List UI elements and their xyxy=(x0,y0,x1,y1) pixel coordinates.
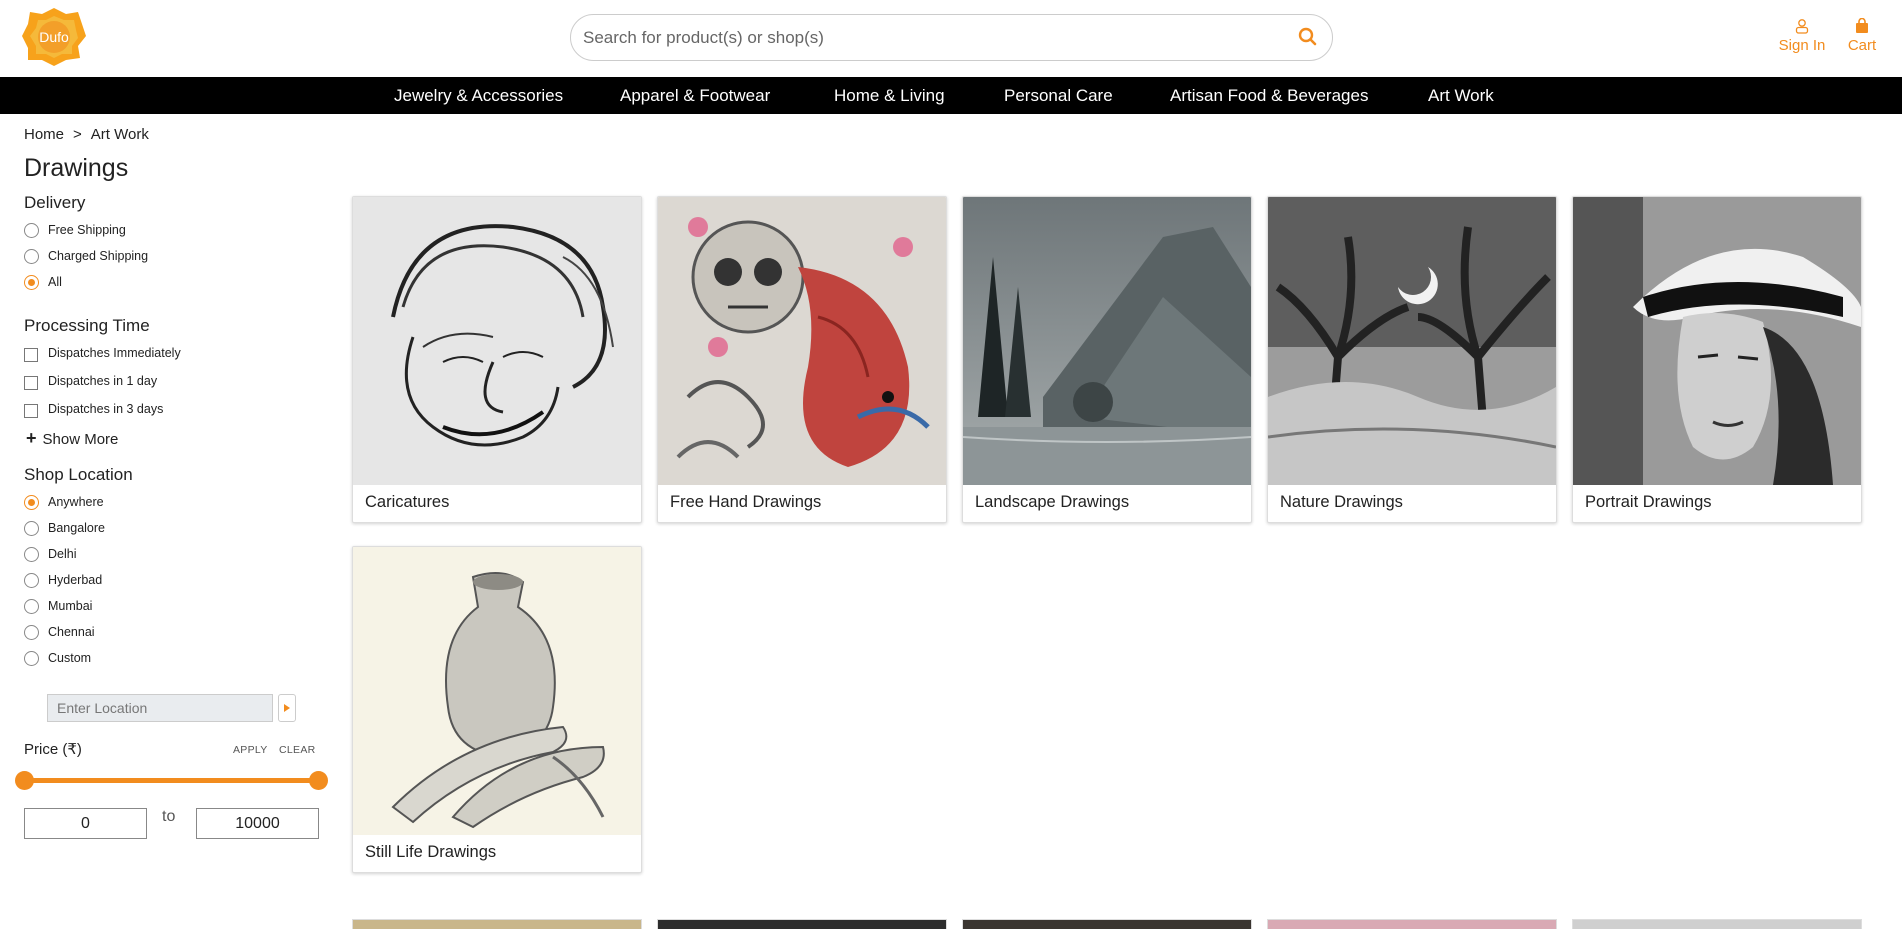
plus-icon: + xyxy=(26,428,37,448)
category-card-title: Portrait Drawings xyxy=(1585,493,1712,511)
nav-item-artisan-food[interactable]: Artisan Food & Beverages xyxy=(1170,77,1368,114)
price-clear-button[interactable]: CLEAR xyxy=(279,744,316,756)
checkbox[interactable] xyxy=(24,376,38,390)
category-card-title: Caricatures xyxy=(365,493,450,511)
category-card-nature[interactable]: Nature Drawings xyxy=(1267,196,1557,523)
dufo-logo[interactable]: Dufo xyxy=(20,6,88,68)
location-input[interactable] xyxy=(47,694,273,722)
category-nav: Jewelry & Accessories Apparel & Footwear… xyxy=(0,77,1902,114)
sign-in-label: Sign In xyxy=(1778,37,1826,54)
koi-skull-drawing-image xyxy=(658,197,946,485)
category-card-title: Nature Drawings xyxy=(1280,493,1403,511)
processing-filter-title: Processing Time xyxy=(24,316,150,335)
breadcrumb-current[interactable]: Art Work xyxy=(91,126,149,143)
product-card-peek xyxy=(962,919,1252,929)
price-max-input[interactable]: 10000 xyxy=(196,808,319,839)
price-slider-min-handle[interactable] xyxy=(15,771,34,790)
radio-button[interactable] xyxy=(24,599,39,614)
logo-text: Dufo xyxy=(39,29,69,45)
price-apply-button[interactable]: APPLY xyxy=(233,744,268,756)
radio-button[interactable] xyxy=(24,651,39,666)
mountain-landscape-image xyxy=(963,197,1251,485)
category-card-title: Landscape Drawings xyxy=(975,493,1130,511)
location-filter-title: Shop Location xyxy=(24,465,133,484)
night-trees-drawing-image xyxy=(1268,197,1556,485)
price-slider-track[interactable] xyxy=(24,778,318,783)
breadcrumb-separator: > xyxy=(73,126,82,143)
category-card-caricatures[interactable]: Caricatures xyxy=(352,196,642,523)
radio-button[interactable] xyxy=(24,223,39,238)
category-card-title: Free Hand Drawings xyxy=(670,493,822,511)
show-more-button[interactable]: + Show More xyxy=(26,428,118,449)
product-card-peek xyxy=(1267,919,1557,929)
radio-button-selected[interactable] xyxy=(24,495,39,510)
radio-button-selected[interactable] xyxy=(24,275,39,290)
woman-hat-portrait-image xyxy=(1573,197,1861,485)
checkbox[interactable] xyxy=(24,348,38,362)
nav-item-art-work[interactable]: Art Work xyxy=(1428,77,1494,114)
price-filter-title: Price (₹) xyxy=(24,741,82,758)
product-card-peek xyxy=(1572,919,1862,929)
radio-button[interactable] xyxy=(24,521,39,536)
search-input[interactable] xyxy=(583,23,1283,53)
user-icon xyxy=(1795,19,1809,34)
price-min-input[interactable]: 0 xyxy=(24,808,147,839)
nav-item-home-living[interactable]: Home & Living xyxy=(834,77,945,114)
site-header: Dufo Sign In Cart xyxy=(0,0,1902,77)
category-card-landscape[interactable]: Landscape Drawings xyxy=(962,196,1252,523)
nav-item-apparel[interactable]: Apparel & Footwear xyxy=(620,77,770,114)
breadcrumb: Home > Art Work xyxy=(24,126,149,143)
search-bar xyxy=(570,14,1333,61)
location-submit-button[interactable] xyxy=(278,694,296,722)
category-card-still-life[interactable]: Still Life Drawings xyxy=(352,546,642,873)
vase-still-life-image xyxy=(353,547,641,835)
cart-label: Cart xyxy=(1847,37,1877,54)
shopping-bag-icon xyxy=(1856,18,1868,33)
caricature-drawing-image xyxy=(353,197,641,485)
nav-item-jewelry[interactable]: Jewelry & Accessories xyxy=(394,77,563,114)
radio-button[interactable] xyxy=(24,249,39,264)
category-card-title: Still Life Drawings xyxy=(365,843,497,861)
price-slider-max-handle[interactable] xyxy=(309,771,328,790)
price-range-to-label: to xyxy=(162,808,176,825)
nav-item-personal-care[interactable]: Personal Care xyxy=(1004,77,1113,114)
radio-button[interactable] xyxy=(24,625,39,640)
cart-link[interactable]: Cart xyxy=(1840,18,1884,54)
product-card-peek xyxy=(352,919,642,929)
sign-in-link[interactable]: Sign In xyxy=(1774,18,1830,54)
page-title: Drawings xyxy=(24,154,129,182)
radio-button[interactable] xyxy=(24,547,39,562)
search-icon[interactable] xyxy=(1296,25,1320,49)
checkbox[interactable] xyxy=(24,404,38,418)
delivery-filter-title: Delivery xyxy=(24,193,86,212)
radio-button[interactable] xyxy=(24,573,39,588)
category-card-portrait[interactable]: Portrait Drawings xyxy=(1572,196,1862,523)
product-card-peek xyxy=(657,919,947,929)
breadcrumb-home[interactable]: Home xyxy=(24,126,64,143)
category-card-free-hand[interactable]: Free Hand Drawings xyxy=(657,196,947,523)
